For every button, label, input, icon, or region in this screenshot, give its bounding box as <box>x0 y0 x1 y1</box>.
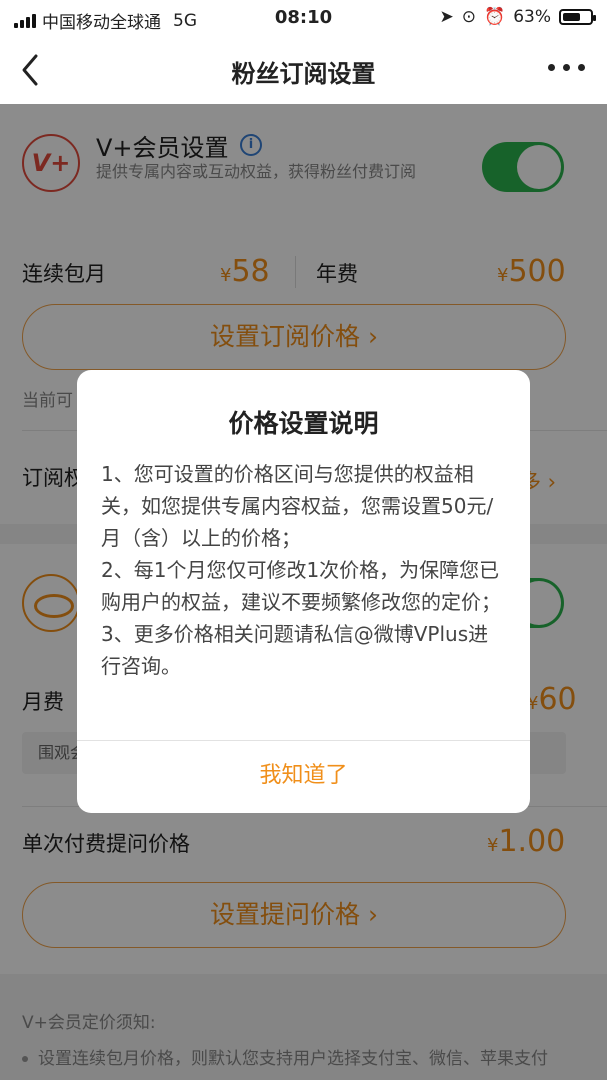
status-right: ➤ ⊙ ⏰ 63% <box>439 7 596 27</box>
alarm-icon: ⏰ <box>484 7 506 27</box>
nav-bar: 粉丝订阅设置 <box>0 36 607 104</box>
status-bar: 中国移动全球通 5G 08:10 ➤ ⊙ ⏰ 63% <box>0 0 607 36</box>
page-title: 粉丝订阅设置 <box>231 60 376 88</box>
dialog-line-1: 1、您可设置的价格区间与您提供的权益相关，如您提供专属内容权益，您需设置50元/… <box>101 462 494 550</box>
price-info-dialog: 价格设置说明 1、您可设置的价格区间与您提供的权益相关，如您提供专属内容权益，您… <box>77 370 530 813</box>
confirm-button[interactable]: 我知道了 <box>77 741 530 813</box>
rotation-lock-icon: ⊙ <box>461 7 477 27</box>
more-icon[interactable] <box>548 64 585 71</box>
battery-icon <box>559 9 596 25</box>
dialog-title: 价格设置说明 <box>228 409 379 438</box>
dialog-line-3: 3、更多价格相关问题请私信@微博VPlus进行咨询。 <box>101 622 489 678</box>
battery-fill <box>563 13 580 21</box>
dialog-line-2: 2、每1个月您仅可修改1次价格，为保障您已购用户的权益，建议不要频繁修改您的定价… <box>101 558 501 614</box>
dialog-body: 1、您可设置的价格区间与您提供的权益相关，如您提供专属内容权益，您需设置50元/… <box>101 458 506 682</box>
battery-percent: 63% <box>513 7 551 27</box>
location-icon: ➤ <box>439 7 454 27</box>
